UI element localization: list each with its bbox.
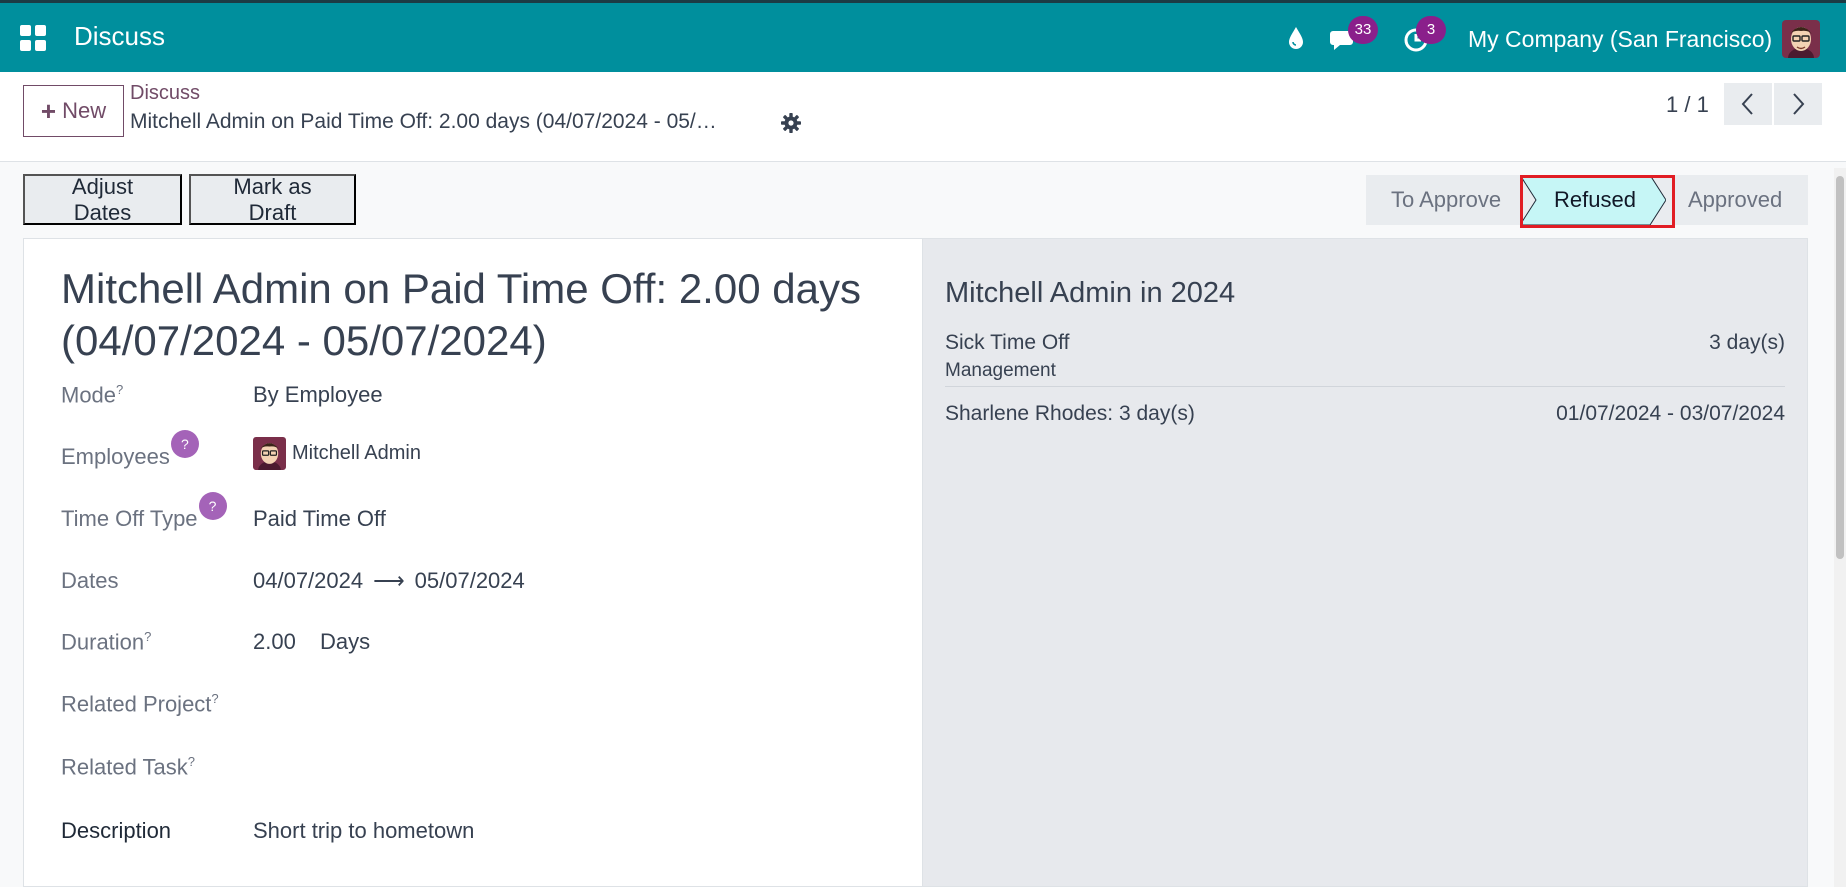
duration-label: Duration? — [61, 629, 152, 655]
help-icon[interactable]: ? — [198, 492, 227, 520]
employees-label: Employees? — [61, 430, 199, 470]
breadcrumb-discuss[interactable]: Discuss — [130, 82, 200, 105]
mode-value[interactable]: By Employee — [253, 382, 383, 408]
pager-next-button[interactable] — [1774, 83, 1822, 125]
help-mark-icon: ? — [116, 382, 124, 397]
time-off-type-label: Time Off Type? — [61, 492, 227, 532]
plus-icon: + — [40, 96, 57, 126]
scrollbar-thumb[interactable] — [1836, 176, 1844, 559]
status-bar: To Approve Refused Approved — [1366, 175, 1808, 225]
mark-as-draft-button[interactable]: Mark as Draft — [189, 174, 356, 225]
description-value[interactable]: Short trip to hometown — [253, 818, 474, 844]
date-from[interactable]: 04/07/2024 — [253, 568, 363, 593]
app-title[interactable]: Discuss — [74, 21, 165, 52]
related-project-field[interactable] — [253, 691, 853, 719]
stage-approved[interactable]: Approved — [1688, 175, 1782, 225]
leave-type-label: Sick Time Off — [945, 331, 1070, 354]
adjust-dates-button[interactable]: Adjust Dates — [23, 174, 182, 225]
messages-badge: 33 — [1348, 16, 1378, 44]
time-off-type-value[interactable]: Paid Time Off — [253, 506, 386, 532]
department-label: Management — [945, 360, 1056, 381]
employee-tag[interactable]: Mitchell Admin — [292, 442, 421, 465]
duration-unit: Days — [320, 629, 371, 654]
new-button[interactable]: + New — [23, 85, 124, 137]
control-panel: + New Discuss Mitchell Admin on Paid Tim… — [0, 72, 1846, 162]
leave-entry-name[interactable]: Sharlene Rhodes: 3 day(s) — [945, 402, 1195, 426]
description-label: Description — [61, 818, 172, 843]
leave-entry-dates: 01/07/2024 - 03/07/2024 — [1556, 402, 1785, 425]
droplet-icon[interactable] — [1286, 25, 1306, 51]
related-project-label: Related Project? — [61, 691, 219, 717]
form-sheet: Mitchell Admin on Paid Time Off: 2.00 da… — [23, 238, 923, 887]
leave-type-days: 3 day(s) — [1709, 331, 1785, 354]
duration-value[interactable]: 2.00 — [253, 629, 296, 655]
employee-avatar — [253, 437, 286, 470]
stage-refused-label: Refused — [1554, 187, 1636, 212]
summary-divider — [945, 386, 1785, 387]
help-mark-icon: ? — [144, 629, 152, 644]
page-scrollbar[interactable] — [1834, 168, 1846, 887]
activities-badge: 3 — [1416, 16, 1446, 44]
pager-previous-button[interactable] — [1724, 83, 1772, 125]
help-mark-icon: ? — [211, 691, 219, 706]
chevron-left-icon — [1741, 93, 1753, 115]
date-to[interactable]: 05/07/2024 — [415, 568, 525, 593]
dates-value: 04/07/2024 ⟶ 05/07/2024 — [253, 568, 525, 594]
company-switcher[interactable]: My Company (San Francisco) — [1468, 26, 1772, 53]
top-navbar: Discuss 33 3 My Company (San Francisco) — [0, 0, 1846, 72]
record-name: Mitchell Admin on Paid Time Off: 2.00 da… — [130, 110, 717, 133]
related-task-label: Related Task? — [61, 754, 196, 780]
help-icon[interactable]: ? — [170, 430, 199, 458]
time-off-summary-panel: Mitchell Admin in 2024 Sick Time Off 3 d… — [922, 238, 1808, 887]
summary-title: Mitchell Admin in 2024 — [945, 277, 1236, 309]
new-button-label: New — [62, 98, 107, 123]
gear-icon[interactable] — [780, 112, 802, 134]
mode-label: Mode? — [61, 382, 124, 408]
apps-grid-icon[interactable] — [20, 25, 46, 51]
pager-value[interactable]: 1 / 1 — [1666, 92, 1709, 118]
record-title: Mitchell Admin on Paid Time Off: 2.00 da… — [61, 265, 861, 364]
user-avatar[interactable] — [1782, 20, 1820, 58]
help-mark-icon: ? — [187, 754, 196, 769]
related-task-field[interactable] — [253, 754, 853, 782]
dates-label: Dates — [61, 568, 119, 593]
arrow-right-icon: ⟶ — [373, 568, 405, 593]
chevron-right-icon — [1793, 93, 1805, 115]
stage-to-approve[interactable]: To Approve — [1391, 175, 1501, 225]
